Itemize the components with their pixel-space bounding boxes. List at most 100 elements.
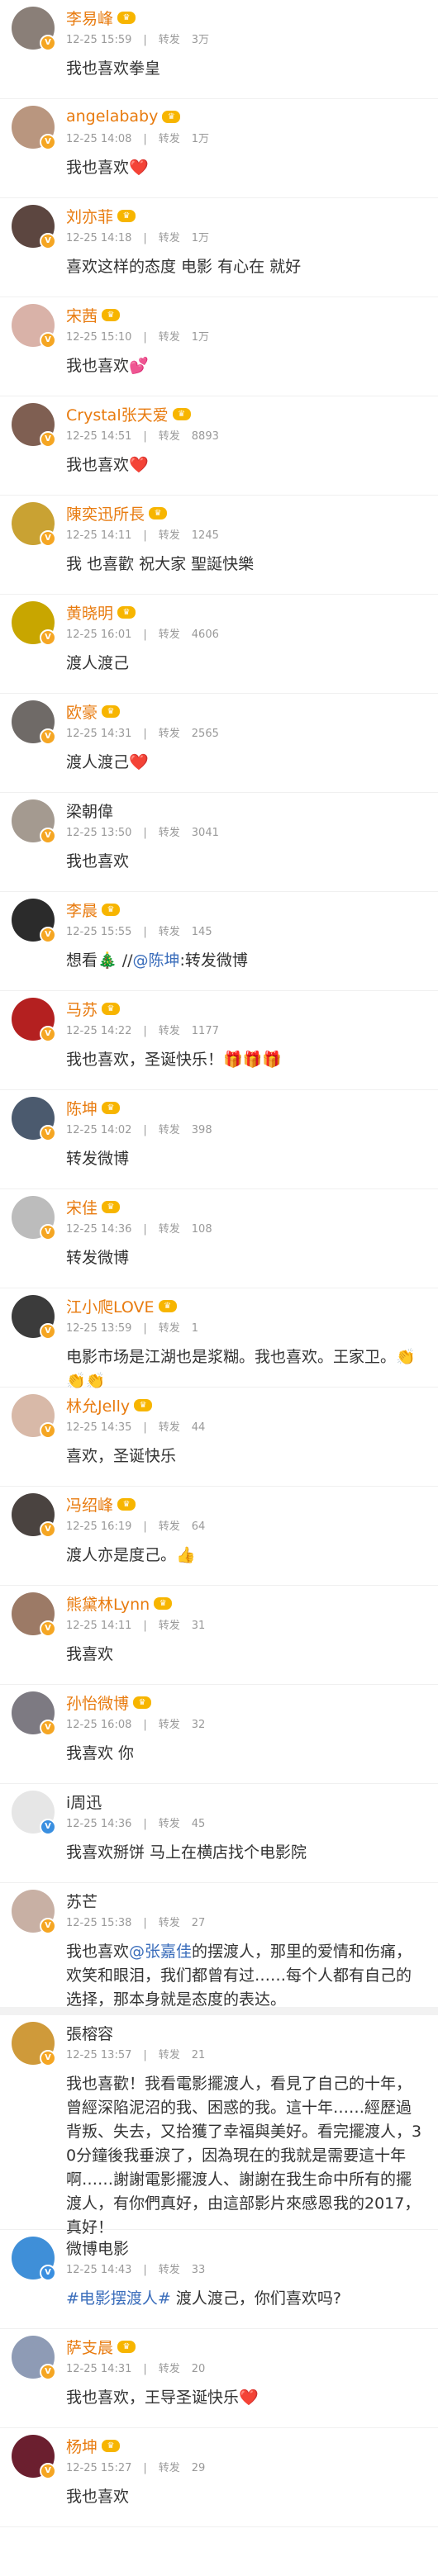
verified-badge-icon: V	[40, 431, 56, 448]
user-name-link[interactable]: 熊黛林Lynn	[66, 1592, 150, 1615]
comment-item[interactable]: V 杨坤 ♛ 12-25 15:27 | 转发 29 我也喜欢	[0, 2428, 438, 2527]
comment-item[interactable]: V 江小爬LOVE ♛ 12-25 13:59 | 转发 1 电影市场是江湖也是浆糊。我也喜欢…	[0, 1288, 438, 1390]
comment-body: 苏芒 12-25 15:38 | 转发 27 我也喜欢@张嘉佳的摆渡人，那里的爱情和伤痛，…	[66, 1883, 426, 2009]
comment-item[interactable]: V 宋茜 ♛ 12-25 15:10 | 转发 1万 我也喜欢💕	[0, 297, 438, 396]
repost-count: 398	[191, 1124, 212, 1136]
comment-item[interactable]: V 李晨 ♛ 12-25 15:55 | 转发 145 想看🎄 //@陈坤:转发微博	[0, 892, 438, 991]
avatar[interactable]: V	[12, 1493, 56, 1538]
mention-link[interactable]: #电影摆渡人#	[66, 2289, 171, 2308]
avatar[interactable]: V	[12, 998, 56, 1042]
user-name-link[interactable]: 刘亦菲	[66, 205, 113, 227]
user-name-link[interactable]: 杨坤	[66, 2435, 98, 2457]
avatar[interactable]: V	[12, 1394, 56, 1439]
comment-item[interactable]: V 梁朝偉 12-25 13:50 | 转发 3041 我也喜欢	[0, 793, 438, 892]
repost-label: 转发	[158, 629, 180, 641]
comment-text: 我也喜欢❤️	[66, 156, 426, 180]
comment-meta: 12-25 14:31 | 转发 2565	[66, 724, 426, 740]
comment-item[interactable]: V 林允Jelly ♛ 12-25 14:35 | 转发 44 喜欢，圣诞快乐	[0, 1388, 438, 1487]
comment-text-body: 渡人渡己	[66, 654, 130, 672]
comment-item[interactable]: V 微博电影 12-25 14:43 | 转发 33 #电影摆渡人# 渡人渡己，你们喜欢吗?	[0, 2230, 438, 2329]
user-name-link[interactable]: 欧豪	[66, 700, 98, 723]
avatar[interactable]: V	[12, 601, 56, 646]
user-name-link[interactable]: 冯绍峰	[66, 1493, 113, 1516]
avatar[interactable]: V	[12, 1196, 56, 1241]
comment-meta: 12-25 14:02 | 转发 398	[66, 1121, 426, 1136]
avatar[interactable]: V	[12, 1691, 56, 1736]
comment-item[interactable]: V 马苏 ♛ 12-25 14:22 | 转发 1177 我也喜欢，圣诞快乐！🎁🎁🎁	[0, 991, 438, 1090]
comment-body: 杨坤 ♛ 12-25 15:27 | 转发 29 我也喜欢	[66, 2428, 426, 2526]
comment-item[interactable]: V 黄晓明 ♛ 12-25 16:01 | 转发 4606 渡人渡己	[0, 595, 438, 694]
comment-item[interactable]: V 宋佳 ♛ 12-25 14:36 | 转发 108 转发微博	[0, 1189, 438, 1288]
user-name-link[interactable]: 宋茜	[66, 304, 98, 326]
avatar[interactable]: V	[12, 700, 56, 745]
avatar[interactable]: V	[12, 2022, 56, 2066]
comment-item[interactable]: V 熊黛林Lynn ♛ 12-25 14:11 | 转发 31 我喜欢	[0, 1586, 438, 1685]
user-name-link[interactable]: 陳奕迅所長	[66, 502, 145, 524]
comment-item[interactable]: V 陈坤 ♛ 12-25 14:02 | 转发 398 转发微博	[0, 1090, 438, 1189]
comment-body: 冯绍峰 ♛ 12-25 16:19 | 转发 64 渡人亦是度己。👍	[66, 1487, 426, 1585]
comment-item[interactable]: V 陳奕迅所長 ♛ 12-25 14:11 | 转发 1245 我 也喜歡 祝大家 聖誕快樂	[0, 496, 438, 595]
comment-item[interactable]: V 欧豪 ♛ 12-25 14:31 | 转发 2565 渡人渡己❤️	[0, 694, 438, 793]
avatar[interactable]: V	[12, 7, 56, 51]
comment-item[interactable]: V Crystal张天爱 ♛ 12-25 14:51 | 转发 8893 我也喜欢❤️	[0, 396, 438, 496]
comment-text-body: 我也喜歡！我看電影擺渡人，看見了自己的十年，曾經深陷泥沼的我、困惑的我。這十年……	[66, 2075, 422, 2237]
avatar[interactable]: V	[12, 2435, 56, 2479]
user-name-link[interactable]: 林允Jelly	[66, 1394, 130, 1416]
user-name-link[interactable]: 萨支晨	[66, 2336, 113, 2358]
mention-link[interactable]: @陈坤	[133, 951, 180, 970]
user-name-link[interactable]: 宋佳	[66, 1196, 98, 1218]
avatar[interactable]: V	[12, 899, 56, 943]
avatar[interactable]: V	[12, 205, 56, 249]
user-name-link[interactable]: 微博电影	[66, 2237, 129, 2259]
comment-text: 喜欢这样的态度 电影 有心在 就好	[66, 255, 426, 279]
avatar[interactable]: V	[12, 106, 56, 150]
comment-item[interactable]: V 冯绍峰 ♛ 12-25 16:19 | 转发 64 渡人亦是度己。👍	[0, 1487, 438, 1586]
vip-crown-icon: ♛	[162, 110, 181, 123]
comment-text-body: 我也喜欢，圣诞快乐！🎁🎁🎁	[66, 1051, 282, 1069]
comment-body: 刘亦菲 ♛ 12-25 14:18 | 转发 1万 喜欢这样的态度 电影 有心在 就好	[66, 198, 426, 297]
comment-body: 欧豪 ♛ 12-25 14:31 | 转发 2565 渡人渡己❤️	[66, 694, 426, 792]
comment-item[interactable]: V 萨支晨 ♛ 12-25 14:31 | 转发 20 我也喜欢，王导圣诞快乐❤️	[0, 2329, 438, 2428]
avatar[interactable]: V	[12, 799, 56, 844]
avatar[interactable]: V	[12, 2237, 56, 2281]
avatar[interactable]: V	[12, 304, 56, 349]
name-row: 江小爬LOVE ♛	[66, 1295, 426, 1316]
mention-link[interactable]: @张嘉佳	[129, 1943, 192, 1961]
comment-item[interactable]: V 孙怡微博 ♛ 12-25 16:08 | 转发 32 我喜欢 你	[0, 1685, 438, 1784]
comment-item[interactable]: Vangelababy ♛ 12-25 14:08 | 转发 1万 我也喜欢❤️	[0, 99, 438, 198]
user-name-link[interactable]: Crystal张天爱	[66, 403, 169, 425]
repost-label: 转发	[158, 926, 180, 938]
comment-item[interactable]: Vi周迅 12-25 14:36 | 转发 45 我喜欢掰饼 马上在横店找个电影院	[0, 1784, 438, 1883]
user-name-link[interactable]: 梁朝偉	[66, 799, 113, 822]
comment-meta: 12-25 16:01 | 转发 4606	[66, 625, 426, 641]
avatar[interactable]: V	[12, 1592, 56, 1637]
user-name-link[interactable]: 李易峰	[66, 7, 113, 29]
user-name-link[interactable]: 黄晓明	[66, 601, 113, 624]
avatar[interactable]: V	[12, 403, 56, 448]
avatar[interactable]: V	[12, 1890, 56, 1934]
repost-count: 20	[191, 2363, 206, 2375]
user-name-link[interactable]: 马苏	[66, 998, 98, 1020]
user-name-link[interactable]: i周迅	[66, 1791, 102, 1813]
user-name-link[interactable]: 江小爬LOVE	[66, 1295, 155, 1317]
comment-item[interactable]: V 刘亦菲 ♛ 12-25 14:18 | 转发 1万 喜欢这样的态度 电影 有心在 就好	[0, 198, 438, 297]
user-name-link[interactable]: 苏芒	[66, 1890, 98, 1912]
meta-separator: |	[143, 1223, 147, 1236]
comment-text: 渡人渡己❤️	[66, 751, 426, 775]
user-name-link[interactable]: 陈坤	[66, 1097, 98, 1119]
user-name-link[interactable]: 李晨	[66, 899, 98, 921]
user-name-link[interactable]: 孙怡微博	[66, 1691, 129, 1714]
comment-text: 我也喜欢拳皇	[66, 57, 426, 81]
comment-item[interactable]: V 李易峰 ♛ 12-25 15:59 | 转发 3万 我也喜欢拳皇	[0, 0, 438, 99]
avatar[interactable]: V	[12, 2336, 56, 2380]
vip-crown-icon: ♛	[134, 1398, 153, 1411]
user-name-link[interactable]: angelababy	[66, 107, 158, 126]
avatar[interactable]: V	[12, 1295, 56, 1340]
avatar[interactable]: V	[12, 1791, 56, 1835]
comment-item[interactable]: V 苏芒 12-25 15:38 | 转发 27 我也喜欢@张嘉佳的摆渡人，那里的爱情和伤痛…	[0, 1883, 438, 2015]
avatar[interactable]: V	[12, 502, 56, 547]
avatar[interactable]: V	[12, 1097, 56, 1141]
user-name-link[interactable]: 張榕容	[66, 2022, 113, 2044]
repost-label: 转发	[158, 2363, 180, 2375]
comment-item[interactable]: V 張榕容 12-25 13:57 | 转发 21 我也喜歡！我看電影擺渡人，看見了自己的十…	[0, 2015, 438, 2237]
